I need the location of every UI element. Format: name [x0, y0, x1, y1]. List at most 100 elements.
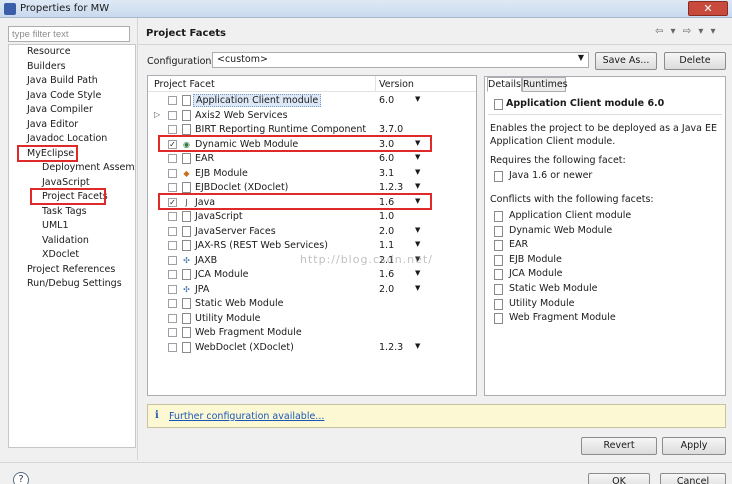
table-row[interactable]: Application Client module 6.0 ▼: [148, 94, 476, 109]
table-row[interactable]: JavaScript 1.0: [148, 210, 476, 225]
configuration-select[interactable]: <custom> ▼: [212, 52, 589, 68]
cancel-button[interactable]: Cancel: [660, 473, 726, 484]
nav-item[interactable]: Run/Debug Settings: [27, 277, 122, 291]
chevron-down-icon[interactable]: ▼: [415, 284, 420, 292]
close-button[interactable]: ✕: [688, 1, 728, 16]
table-row[interactable]: Web Fragment Module: [148, 326, 476, 341]
facet-name: JavaServer Faces: [195, 225, 276, 237]
page-icon: [494, 211, 503, 222]
nav-item[interactable]: Builders: [27, 60, 66, 74]
facet-version[interactable]: 6.0: [379, 153, 394, 164]
facet-checkbox[interactable]: [168, 255, 177, 265]
tab-runtimes[interactable]: Runtimes: [522, 77, 568, 92]
table-row[interactable]: JCA Module 1.6 ▼: [148, 268, 476, 283]
chevron-down-icon[interactable]: ▼: [415, 168, 420, 176]
table-row[interactable]: Static Web Module: [148, 297, 476, 312]
facet-checkbox[interactable]: [168, 313, 177, 323]
nav-item[interactable]: Project References: [27, 263, 115, 277]
facet-name: WebDoclet (XDoclet): [195, 341, 294, 353]
nav-item[interactable]: Resource: [27, 45, 71, 59]
table-row[interactable]: WebDoclet (XDoclet) 1.2.3 ▼: [148, 341, 476, 356]
facet-version[interactable]: 1.2.3: [379, 182, 403, 193]
facet-version[interactable]: 1.1: [379, 240, 394, 251]
facet-checkbox[interactable]: [168, 125, 177, 134]
page-icon: [181, 225, 192, 238]
page-icon: [494, 254, 503, 266]
facet-version[interactable]: 2.0: [379, 226, 394, 237]
details-title: Application Client module 6.0: [506, 98, 665, 109]
facet-version[interactable]: 1.2.3: [379, 342, 403, 353]
history-nav-arrows[interactable]: ⇦ ▾ ⇨ ▾ ▾: [655, 26, 718, 37]
page-icon: [494, 269, 503, 281]
page-icon: [181, 269, 192, 281]
nav-item[interactable]: Java Code Style: [27, 89, 101, 103]
facet-checkbox[interactable]: [168, 154, 177, 163]
facet-checkbox[interactable]: [168, 212, 177, 221]
nav-item[interactable]: Java Compiler: [27, 103, 93, 117]
chevron-down-icon[interactable]: ▼: [415, 153, 420, 161]
conflict-item: EJB Module: [509, 253, 562, 265]
facet-version[interactable]: 2.0: [379, 284, 394, 295]
window-title: Properties for MW: [20, 3, 110, 14]
table-row[interactable]: ▷ Axis2 Web Services: [148, 109, 476, 124]
nav-item[interactable]: UML1: [42, 219, 69, 233]
revert-button[interactable]: Revert: [581, 437, 657, 455]
page-title: Project Facets: [146, 28, 226, 39]
nav-item[interactable]: XDoclet: [42, 248, 79, 262]
tab-details[interactable]: Details: [487, 77, 522, 92]
table-row[interactable]: ◆ EJB Module 3.1 ▼: [148, 167, 476, 182]
facet-checkbox[interactable]: [168, 270, 177, 279]
further-configuration-link[interactable]: Further configuration available...: [169, 411, 324, 422]
facet-checkbox[interactable]: [168, 299, 177, 308]
java-icon: [494, 171, 503, 182]
facet-checkbox[interactable]: [168, 96, 177, 105]
column-header-facet[interactable]: Project Facet: [154, 79, 215, 90]
facet-checkbox[interactable]: [168, 183, 177, 192]
table-row[interactable]: Utility Module: [148, 312, 476, 327]
table-row[interactable]: JavaServer Faces 2.0 ▼: [148, 225, 476, 240]
conflict-item: JCA Module: [509, 268, 563, 280]
ok-button[interactable]: OK: [588, 473, 650, 484]
facet-checkbox[interactable]: [168, 284, 177, 294]
facet-name: JAXB: [195, 254, 218, 266]
apply-button[interactable]: Apply: [662, 437, 726, 455]
chevron-down-icon[interactable]: ▼: [415, 240, 420, 248]
nav-item[interactable]: Task Tags: [42, 205, 87, 219]
requires-label: Requires the following facet:: [490, 155, 626, 166]
page-icon: [181, 211, 192, 223]
facet-version[interactable]: 1.6: [379, 269, 394, 280]
expand-icon[interactable]: ▷: [154, 110, 160, 119]
highlight-box: [30, 188, 106, 205]
conflict-item: EAR: [509, 239, 529, 251]
save-as-button[interactable]: Save As...: [595, 52, 657, 70]
page-icon: [181, 95, 192, 107]
facet-checkbox[interactable]: [168, 110, 177, 120]
facet-version[interactable]: 3.1: [379, 168, 394, 179]
table-row[interactable]: ✣ JPA 2.0 ▼: [148, 283, 476, 298]
column-header-version[interactable]: Version: [379, 79, 414, 90]
table-row[interactable]: JAX-RS (REST Web Services) 1.1 ▼: [148, 239, 476, 254]
facet-checkbox[interactable]: [168, 328, 177, 337]
filter-input[interactable]: [8, 26, 130, 42]
nav-item[interactable]: Deployment Assembl: [42, 161, 135, 175]
chevron-down-icon[interactable]: ▼: [415, 95, 420, 103]
delete-button[interactable]: Delete: [664, 52, 726, 70]
nav-item[interactable]: Validation: [42, 234, 89, 248]
facet-checkbox[interactable]: [168, 342, 177, 352]
help-icon[interactable]: ?: [13, 472, 29, 484]
facet-checkbox[interactable]: [168, 241, 177, 250]
chevron-down-icon[interactable]: ▼: [415, 182, 420, 190]
chevron-down-icon[interactable]: ▼: [415, 342, 420, 350]
conflict-item: Utility Module: [509, 297, 575, 309]
facet-version[interactable]: 6.0: [379, 95, 394, 106]
facet-checkbox[interactable]: [168, 226, 177, 236]
facet-checkbox[interactable]: [168, 168, 177, 178]
sash[interactable]: [137, 18, 138, 460]
nav-item[interactable]: Javadoc Location: [27, 132, 107, 146]
chevron-down-icon[interactable]: ▼: [415, 269, 420, 277]
table-row[interactable]: EAR 6.0 ▼: [148, 152, 476, 167]
nav-item[interactable]: Java Build Path: [27, 74, 98, 88]
chevron-down-icon[interactable]: ▼: [415, 226, 420, 234]
nav-item[interactable]: Java Editor: [27, 118, 78, 132]
facet-name: JAX-RS (REST Web Services): [195, 240, 328, 251]
